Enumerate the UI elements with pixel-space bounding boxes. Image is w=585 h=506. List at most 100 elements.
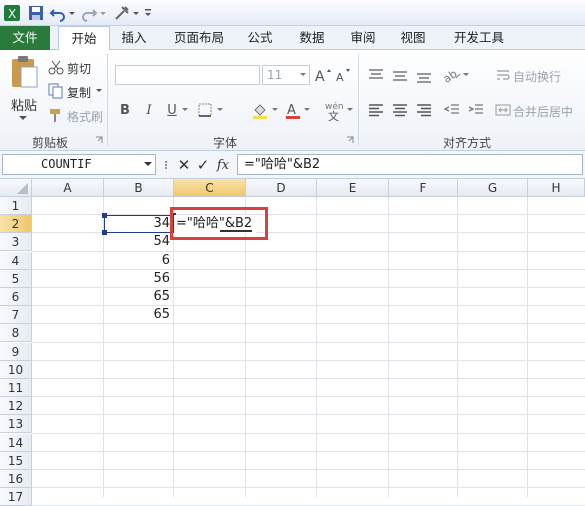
row-header-6[interactable]: 6	[0, 288, 32, 306]
wrap-text-button[interactable]: 自动换行	[513, 68, 561, 85]
column-header-b[interactable]: B	[104, 179, 174, 197]
row-header-16[interactable]: 16	[0, 470, 32, 488]
insert-function-icon[interactable]: fx	[214, 156, 232, 174]
align-right-icon[interactable]	[414, 100, 434, 120]
tab-insert[interactable]: 插入	[112, 26, 156, 50]
column-header-a[interactable]: A	[32, 179, 104, 197]
selection-handle[interactable]	[102, 213, 107, 218]
tab-home[interactable]: 开始	[58, 26, 110, 51]
format-painter-icon[interactable]	[48, 107, 64, 123]
name-box-dropdown-icon[interactable]	[143, 159, 153, 169]
row-header-4[interactable]: 4	[0, 251, 32, 270]
row-header-15[interactable]: 15	[0, 451, 32, 470]
fill-color-icon[interactable]	[250, 100, 270, 120]
cell-b5[interactable]: 56	[104, 270, 173, 288]
cell-b4[interactable]: 6	[104, 252, 173, 270]
row-header-17[interactable]: 17	[0, 488, 32, 506]
row-header-13[interactable]: 13	[0, 415, 32, 434]
align-bottom-icon[interactable]	[414, 65, 434, 85]
tab-file[interactable]: 文件	[0, 26, 50, 50]
bold-icon[interactable]: B	[117, 100, 133, 120]
increase-indent-icon[interactable]	[466, 100, 486, 120]
wrap-text-icon[interactable]	[495, 65, 511, 85]
font-size-dropdown-icon[interactable]	[299, 70, 307, 80]
formula-input[interactable]: ="哈哈"&B2	[237, 154, 583, 175]
column-header-f[interactable]: F	[389, 179, 458, 197]
formula-bar-resize-icon[interactable]	[162, 159, 170, 171]
orientation-icon[interactable]: ab	[442, 65, 462, 85]
align-left-icon[interactable]	[366, 100, 386, 120]
borders-icon[interactable]	[196, 100, 214, 120]
merge-center-button[interactable]: 合并后居中	[513, 103, 573, 120]
tab-developer[interactable]: 开发工具	[447, 26, 511, 50]
column-header-h[interactable]: H	[528, 179, 585, 197]
grow-font-icon[interactable]: A	[314, 65, 332, 85]
selection-handle[interactable]	[102, 230, 107, 235]
orientation-dropdown-icon[interactable]	[462, 70, 470, 80]
tab-review[interactable]: 审阅	[343, 26, 383, 50]
paste-button-label[interactable]: 粘贴	[11, 95, 37, 114]
phonetic-guide-icon[interactable]: wén 文	[322, 98, 346, 122]
copy-dropdown-icon[interactable]	[95, 86, 103, 96]
font-color-dropdown-icon[interactable]	[303, 105, 311, 115]
underline-dropdown-icon[interactable]	[181, 105, 189, 115]
column-header-c[interactable]: C	[174, 179, 246, 197]
paste-icon[interactable]	[6, 54, 42, 90]
clipboard-launcher-icon[interactable]	[95, 136, 103, 144]
cell-b3[interactable]: 54	[104, 233, 173, 251]
paste-dropdown-icon[interactable]	[18, 113, 28, 123]
row-header-1[interactable]: 1	[0, 197, 32, 215]
row-header-8[interactable]: 8	[0, 324, 32, 343]
tools-icon[interactable]	[113, 4, 131, 22]
redo-icon[interactable]	[80, 4, 98, 22]
decrease-indent-icon[interactable]	[442, 100, 462, 120]
row-header-14[interactable]: 14	[0, 433, 32, 452]
name-box[interactable]: COUNTIF	[2, 154, 156, 175]
underline-icon[interactable]: U	[164, 100, 180, 120]
row-header-12[interactable]: 12	[0, 397, 32, 416]
tab-formulas[interactable]: 公式	[240, 26, 280, 50]
row-header-3[interactable]: 3	[0, 233, 32, 252]
tools-dropdown-icon[interactable]	[132, 4, 140, 22]
worksheet-grid[interactable]: ABCDEFGH 1 2 3 4 5 6 7 8 9 10 11 12 13 14 15 16 17 34 54 6…	[0, 179, 585, 506]
undo-dropdown-icon[interactable]	[68, 4, 76, 22]
column-header-g[interactable]: G	[458, 179, 528, 197]
cell-b7[interactable]: 65	[104, 306, 173, 324]
row-header-7[interactable]: 7	[0, 306, 32, 325]
row-header-5[interactable]: 5	[0, 269, 32, 288]
merge-center-icon[interactable]	[495, 100, 511, 120]
font-size-combo[interactable]: 11	[262, 65, 310, 85]
row-header-2[interactable]: 2	[0, 215, 32, 234]
fill-color-dropdown-icon[interactable]	[271, 105, 279, 115]
tab-data[interactable]: 数据	[292, 26, 332, 50]
shrink-font-icon[interactable]: A	[334, 65, 352, 85]
undo-icon[interactable]	[49, 4, 67, 22]
row-header-11[interactable]: 11	[0, 379, 32, 397]
column-header-d[interactable]: D	[246, 179, 317, 197]
cell-b6[interactable]: 65	[104, 288, 173, 306]
column-header-e[interactable]: E	[317, 179, 389, 197]
align-middle-icon[interactable]	[390, 65, 410, 85]
tab-view[interactable]: 视图	[393, 26, 433, 50]
customize-toolbar-icon[interactable]	[143, 4, 153, 22]
copy-button[interactable]: 复制	[67, 84, 91, 101]
redo-dropdown-icon[interactable]	[99, 4, 107, 22]
font-color-icon[interactable]: A	[284, 100, 302, 120]
align-center-icon[interactable]	[390, 100, 410, 120]
save-icon[interactable]	[27, 4, 45, 22]
cancel-icon[interactable]: ✕	[176, 156, 192, 174]
format-painter-button[interactable]: 格式刷	[67, 108, 103, 125]
cut-icon[interactable]	[48, 59, 64, 75]
cut-button[interactable]: 剪切	[67, 60, 91, 77]
row-header-9[interactable]: 9	[0, 342, 32, 361]
tab-page-layout[interactable]: 页面布局	[164, 26, 234, 50]
align-top-icon[interactable]	[366, 65, 386, 85]
row-header-10[interactable]: 10	[0, 360, 32, 379]
italic-icon[interactable]: I	[141, 100, 157, 120]
copy-icon[interactable]	[48, 83, 64, 99]
font-launcher-icon[interactable]	[346, 136, 354, 144]
font-name-combo[interactable]	[115, 65, 260, 85]
borders-dropdown-icon[interactable]	[216, 105, 224, 115]
enter-icon[interactable]: ✓	[195, 156, 211, 174]
select-all-button[interactable]	[0, 179, 32, 197]
